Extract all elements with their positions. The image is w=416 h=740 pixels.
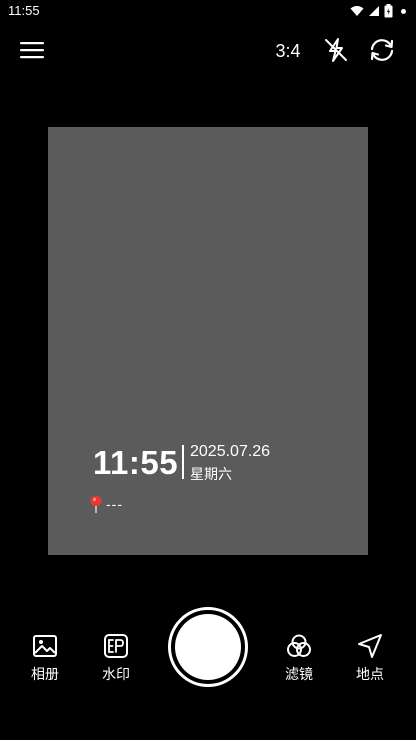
location-pin-icon [90,495,102,513]
notification-dot-icon [401,8,406,14]
wifi-icon [350,6,364,16]
filter-label: 滤镜 [285,667,313,683]
hamburger-menu-icon [20,42,44,59]
flash-button[interactable] [322,36,350,64]
status-time: 11:55 [8,3,40,18]
watermark-time: 11:55 [93,444,179,481]
shutter-inner [175,614,241,680]
switch-camera-icon [370,39,394,61]
shutter-button[interactable] [168,607,248,687]
navigation-icon [358,634,382,658]
flash-off-icon [325,38,347,62]
album-label: 相册 [31,667,59,683]
battery-icon [384,4,393,18]
filter-button[interactable]: 滤镜 [269,632,329,684]
aspect-ratio-button[interactable]: 3:4 [268,38,308,64]
watermark-icon [104,634,128,658]
watermark-location-text: --- [106,496,123,512]
status-bar: 11:55 [0,0,416,24]
filter-icon [287,634,311,657]
switch-camera-button[interactable] [367,36,397,64]
menu-button[interactable] [18,36,46,64]
watermark-label: 水印 [102,667,130,683]
watermark-button[interactable]: 水印 [86,632,146,684]
location-button[interactable]: 地点 [340,632,400,684]
camera-viewfinder[interactable]: 11:55 2025.07.26 星期六 --- [48,127,368,555]
image-icon [33,635,57,657]
watermark-location: --- [88,494,123,514]
location-label: 地点 [356,667,384,683]
status-icons [350,4,406,18]
top-bar: 3:4 [0,30,416,70]
watermark-date: 2025.07.26 [190,443,271,460]
watermark-weekday: 星期六 [190,467,232,483]
signal-icon [369,6,379,16]
watermark-divider [182,445,184,479]
album-button[interactable]: 相册 [15,632,75,684]
